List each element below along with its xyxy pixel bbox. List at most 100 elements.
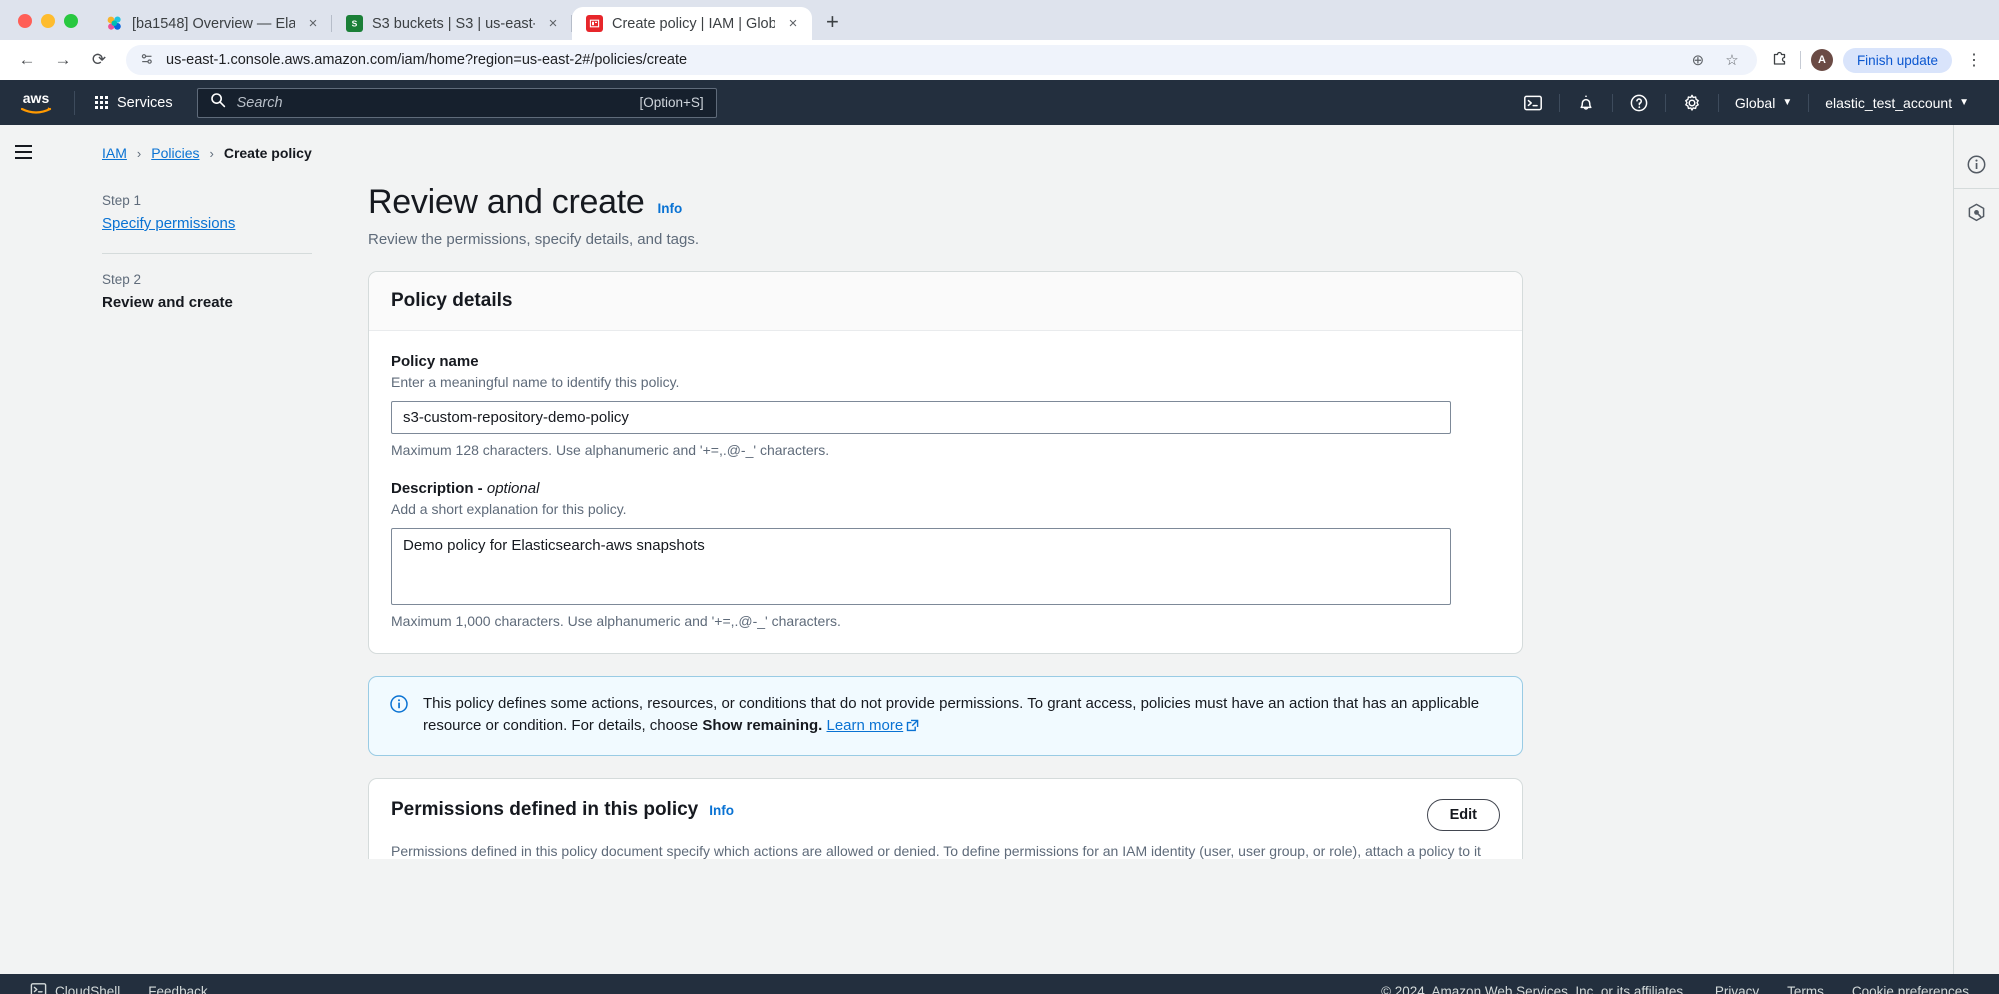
toolbar-divider xyxy=(1800,51,1801,69)
right-panel-rail xyxy=(1953,125,1999,974)
notifications-bell-icon[interactable] xyxy=(1560,93,1612,113)
tab-title: Create policy | IAM | Global xyxy=(612,16,775,32)
hamburger-menu-icon[interactable] xyxy=(15,145,32,159)
policy-info-alert: This policy defines some actions, resour… xyxy=(368,676,1523,756)
copyright-text: © 2024, Amazon Web Services, Inc. or its… xyxy=(1367,984,1701,994)
breadcrumb-item-current: Create policy xyxy=(224,145,312,161)
alert-message: This policy defines some actions, resour… xyxy=(423,693,1502,739)
policy-description-field-group: Description - optional Add a short expla… xyxy=(391,480,1500,629)
chevron-down-icon: ▼ xyxy=(1782,97,1792,108)
browser-tab-s3[interactable]: S S3 buckets | S3 | us-east-2 × xyxy=(332,7,572,40)
browser-menu-icon[interactable]: ⋮ xyxy=(1962,50,1987,70)
privacy-link[interactable]: Privacy xyxy=(1701,984,1773,994)
left-navigation-rail xyxy=(0,125,46,974)
sidebar-item-specify-permissions[interactable]: Specify permissions xyxy=(102,215,235,232)
info-panel-icon[interactable] xyxy=(1954,141,1999,188)
page-title: Review and create xyxy=(368,183,645,222)
sidebar-item-review-and-create: Review and create xyxy=(102,294,312,311)
alert-bold-text: Show remaining. xyxy=(702,717,822,734)
policy-name-input[interactable]: s3-custom-repository-demo-policy xyxy=(391,401,1451,434)
card-title: Policy details xyxy=(391,290,512,312)
search-shortcut: [Option+S] xyxy=(639,95,703,110)
account-menu[interactable]: elastic_test_account ▼ xyxy=(1809,95,1985,111)
aws-global-header: aws Services Search [Option+S] xyxy=(0,80,1999,125)
address-bar[interactable]: us-east-1.console.aws.amazon.com/iam/hom… xyxy=(126,45,1757,75)
policy-name-constraint: Maximum 128 characters. Use alphanumeric… xyxy=(391,442,1500,458)
policy-description-textarea[interactable]: Demo policy for Elasticsearch-aws snapsh… xyxy=(391,528,1451,605)
finish-update-button[interactable]: Finish update xyxy=(1843,48,1952,73)
services-menu-button[interactable]: Services xyxy=(85,89,183,117)
permissions-title: Permissions defined in this policy xyxy=(391,799,698,821)
zoom-icon[interactable]: ⊕ xyxy=(1687,51,1709,69)
optional-tag: optional xyxy=(487,480,540,497)
svg-text:S: S xyxy=(352,18,358,28)
learn-more-link[interactable]: Learn more xyxy=(827,717,904,734)
cloudshell-label: CloudShell xyxy=(55,984,120,994)
svg-text:aws: aws xyxy=(23,90,50,106)
support-shield-icon[interactable] xyxy=(1954,189,1999,236)
bookmark-star-icon[interactable]: ☆ xyxy=(1721,51,1743,69)
description-label-text: Description - xyxy=(391,480,487,497)
search-icon xyxy=(210,92,226,113)
iam-icon xyxy=(586,15,603,32)
policy-details-body: Policy name Enter a meaningful name to i… xyxy=(369,331,1522,653)
alert-text: This policy defines some actions, resour… xyxy=(423,695,1479,734)
cloudshell-icon[interactable] xyxy=(1507,93,1559,113)
close-icon[interactable]: × xyxy=(304,16,322,31)
policy-details-card: Policy details Policy name Enter a meani… xyxy=(368,271,1523,654)
page-content: IAM › Policies › Create policy Step 1 Sp… xyxy=(46,125,1999,974)
edit-button[interactable]: Edit xyxy=(1427,799,1500,831)
feedback-link[interactable]: Feedback xyxy=(134,984,221,994)
policy-name-field-group: Policy name Enter a meaningful name to i… xyxy=(391,353,1500,458)
header-divider xyxy=(74,91,75,115)
page-body: IAM › Policies › Create policy Step 1 Sp… xyxy=(0,125,1999,974)
browser-tab-elastic[interactable]: [ba1548] Overview — Elastic × xyxy=(92,7,332,40)
terms-link[interactable]: Terms xyxy=(1773,984,1838,994)
breadcrumb-separator-icon: › xyxy=(209,146,213,161)
cloudshell-button[interactable]: CloudShell xyxy=(16,981,134,994)
breadcrumb-item-iam[interactable]: IAM xyxy=(102,145,127,161)
info-link[interactable]: Info xyxy=(658,201,683,216)
breadcrumb: IAM › Policies › Create policy xyxy=(58,125,1979,161)
extensions-icon[interactable] xyxy=(1771,48,1790,72)
wizard-layout: Step 1 Specify permissions Step 2 Review… xyxy=(58,161,1979,859)
wizard-steps: Step 1 Specify permissions Step 2 Review… xyxy=(102,183,312,859)
browser-tab-strip: [ba1548] Overview — Elastic × S S3 bucke… xyxy=(0,0,1999,40)
wizard-step-1: Step 1 Specify permissions xyxy=(102,193,312,233)
help-question-icon[interactable] xyxy=(1613,93,1665,113)
close-window-button[interactable] xyxy=(18,14,32,28)
close-icon[interactable]: × xyxy=(544,16,562,31)
cloudshell-icon xyxy=(30,981,47,994)
external-link-icon xyxy=(906,717,919,739)
browser-tab-iam[interactable]: Create policy | IAM | Global × xyxy=(572,7,812,40)
site-settings-icon[interactable] xyxy=(140,52,154,69)
new-tab-button[interactable]: + xyxy=(812,11,853,40)
permissions-title-row: Permissions defined in this policy Info xyxy=(391,799,734,821)
policy-name-hint: Enter a meaningful name to identify this… xyxy=(391,374,1500,390)
permissions-header-row: Permissions defined in this policy Info … xyxy=(391,799,1500,831)
settings-gear-icon[interactable] xyxy=(1666,93,1718,113)
tab-title: S3 buckets | S3 | us-east-2 xyxy=(372,16,535,32)
page-title-row: Review and create Info xyxy=(368,183,1523,222)
region-selector[interactable]: Global ▼ xyxy=(1719,95,1808,111)
forward-icon[interactable]: → xyxy=(48,45,78,75)
search-input[interactable]: Search [Option+S] xyxy=(197,88,717,118)
info-link[interactable]: Info xyxy=(709,803,734,818)
elastic-icon xyxy=(106,15,123,32)
browser-toolbar-actions: A Finish update ⋮ xyxy=(1763,48,1987,73)
grid-icon xyxy=(95,96,108,109)
avatar[interactable]: A xyxy=(1811,49,1833,71)
maximize-window-button[interactable] xyxy=(64,14,78,28)
wizard-main-column: Review and create Info Review the permis… xyxy=(368,183,1523,859)
minimize-window-button[interactable] xyxy=(41,14,55,28)
url-text: us-east-1.console.aws.amazon.com/iam/hom… xyxy=(166,52,687,68)
breadcrumb-item-policies[interactable]: Policies xyxy=(151,145,199,161)
step-number: Step 1 xyxy=(102,193,312,208)
aws-logo[interactable]: aws xyxy=(14,90,58,116)
cookie-preferences-link[interactable]: Cookie preferences xyxy=(1838,984,1983,994)
back-icon[interactable]: ← xyxy=(12,45,42,75)
close-icon[interactable]: × xyxy=(784,16,802,31)
policy-description-constraint: Maximum 1,000 characters. Use alphanumer… xyxy=(391,613,1500,629)
reload-icon[interactable]: ⟳ xyxy=(84,45,114,75)
policy-name-label: Policy name xyxy=(391,353,1500,370)
